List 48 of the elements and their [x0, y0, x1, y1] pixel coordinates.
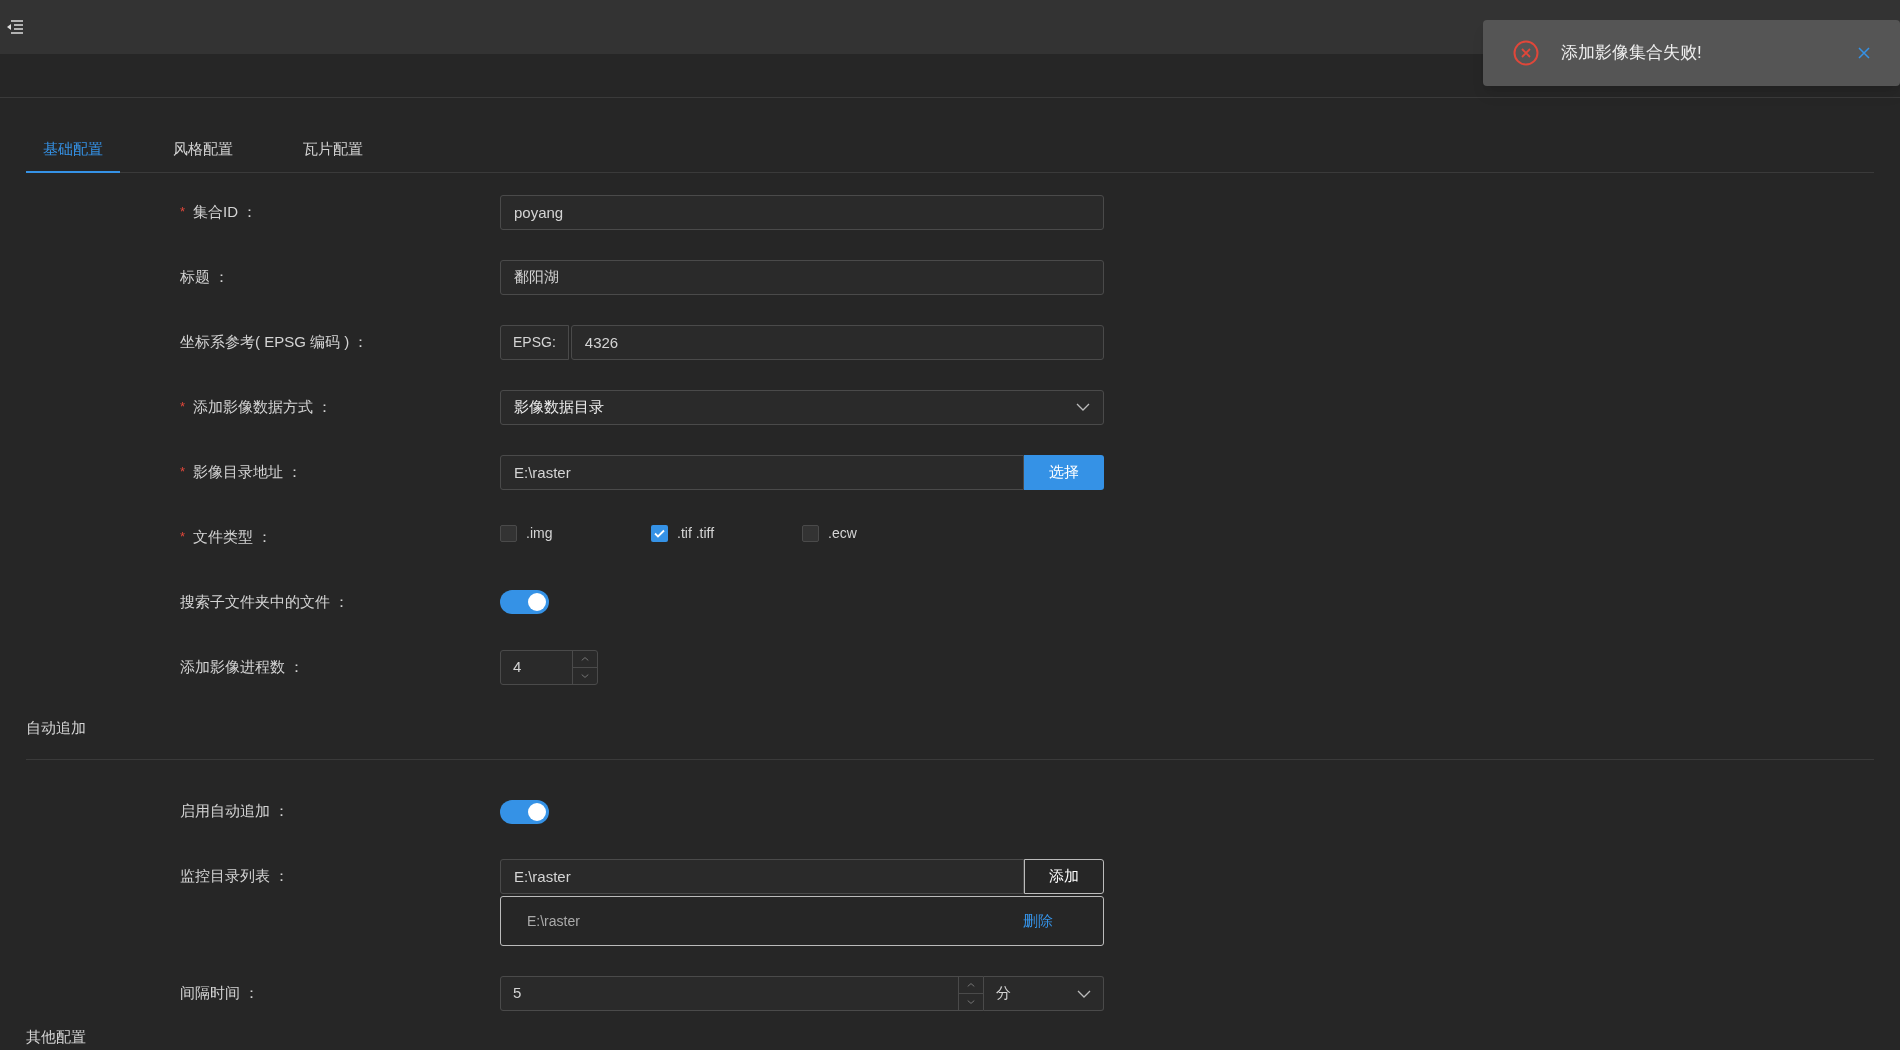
field-label: 监控目录列表 ：: [180, 866, 290, 887]
number-field[interactable]: 5: [500, 976, 984, 1011]
field-label: 标题 ：: [180, 266, 230, 287]
checkbox[interactable]: [802, 524, 819, 542]
field-label: 添加影像数据方式 ：: [193, 396, 333, 417]
add-button[interactable]: 添加: [1024, 859, 1104, 894]
tab[interactable]: 基础配置: [26, 138, 120, 173]
toast-message: 添加影像集合失败!: [1561, 42, 1703, 65]
text-field[interactable]: E:\raster: [500, 859, 1024, 894]
text-field[interactable]: poyang: [500, 194, 1104, 230]
number-field[interactable]: 4: [500, 649, 598, 685]
required-mark: *: [180, 528, 186, 547]
close-icon[interactable]: [1858, 47, 1870, 59]
tab[interactable]: 瓦片配置: [286, 138, 380, 173]
required-mark: *: [180, 398, 186, 417]
field-label: 坐标系参考( EPSG 编码 ) ：: [180, 331, 369, 352]
list-item: E:\raster: [527, 911, 580, 931]
field-label: 启用自动追加 ：: [180, 801, 290, 822]
section-title: 其他配置: [26, 1028, 86, 1045]
select-field[interactable]: 影像数据目录: [500, 389, 1104, 425]
toggle-switch[interactable]: [500, 799, 549, 824]
required-mark: *: [180, 463, 186, 482]
toggle-switch[interactable]: [500, 590, 549, 614]
menu-icon[interactable]: [6, 19, 24, 35]
checkbox-label[interactable]: .tif .tiff: [677, 522, 715, 544]
text-field[interactable]: 4326: [570, 324, 1104, 360]
checkbox-label[interactable]: .img: [526, 522, 553, 544]
tab[interactable]: 风格配置: [156, 138, 250, 173]
delete-link[interactable]: 删除: [1023, 909, 1053, 933]
field-label: 影像目录地址 ：: [193, 461, 303, 482]
field-label: 添加影像进程数 ：: [180, 656, 305, 677]
field-prefix: EPSG:: [500, 324, 569, 360]
checkmark-icon: [654, 528, 665, 538]
caret-icon: [1077, 989, 1091, 998]
required-mark: *: [180, 203, 186, 222]
field-label: 集合ID ：: [193, 201, 258, 222]
checkbox[interactable]: [500, 524, 517, 542]
error-icon: [1513, 40, 1539, 66]
text-field[interactable]: 鄱阳湖: [500, 259, 1104, 295]
section-title: 自动追加: [26, 718, 86, 736]
caret-icon: [1076, 403, 1090, 411]
field-label: 间隔时间 ：: [180, 983, 260, 1004]
unit-select[interactable]: 分: [984, 976, 1104, 1011]
field-label: 文件类型 ：: [193, 526, 273, 547]
text-field[interactable]: E:\raster: [500, 454, 1024, 490]
checkbox[interactable]: [651, 524, 668, 542]
checkbox-label[interactable]: .ecw: [828, 522, 857, 544]
field-label: 搜索子文件夹中的文件 ：: [180, 591, 350, 612]
